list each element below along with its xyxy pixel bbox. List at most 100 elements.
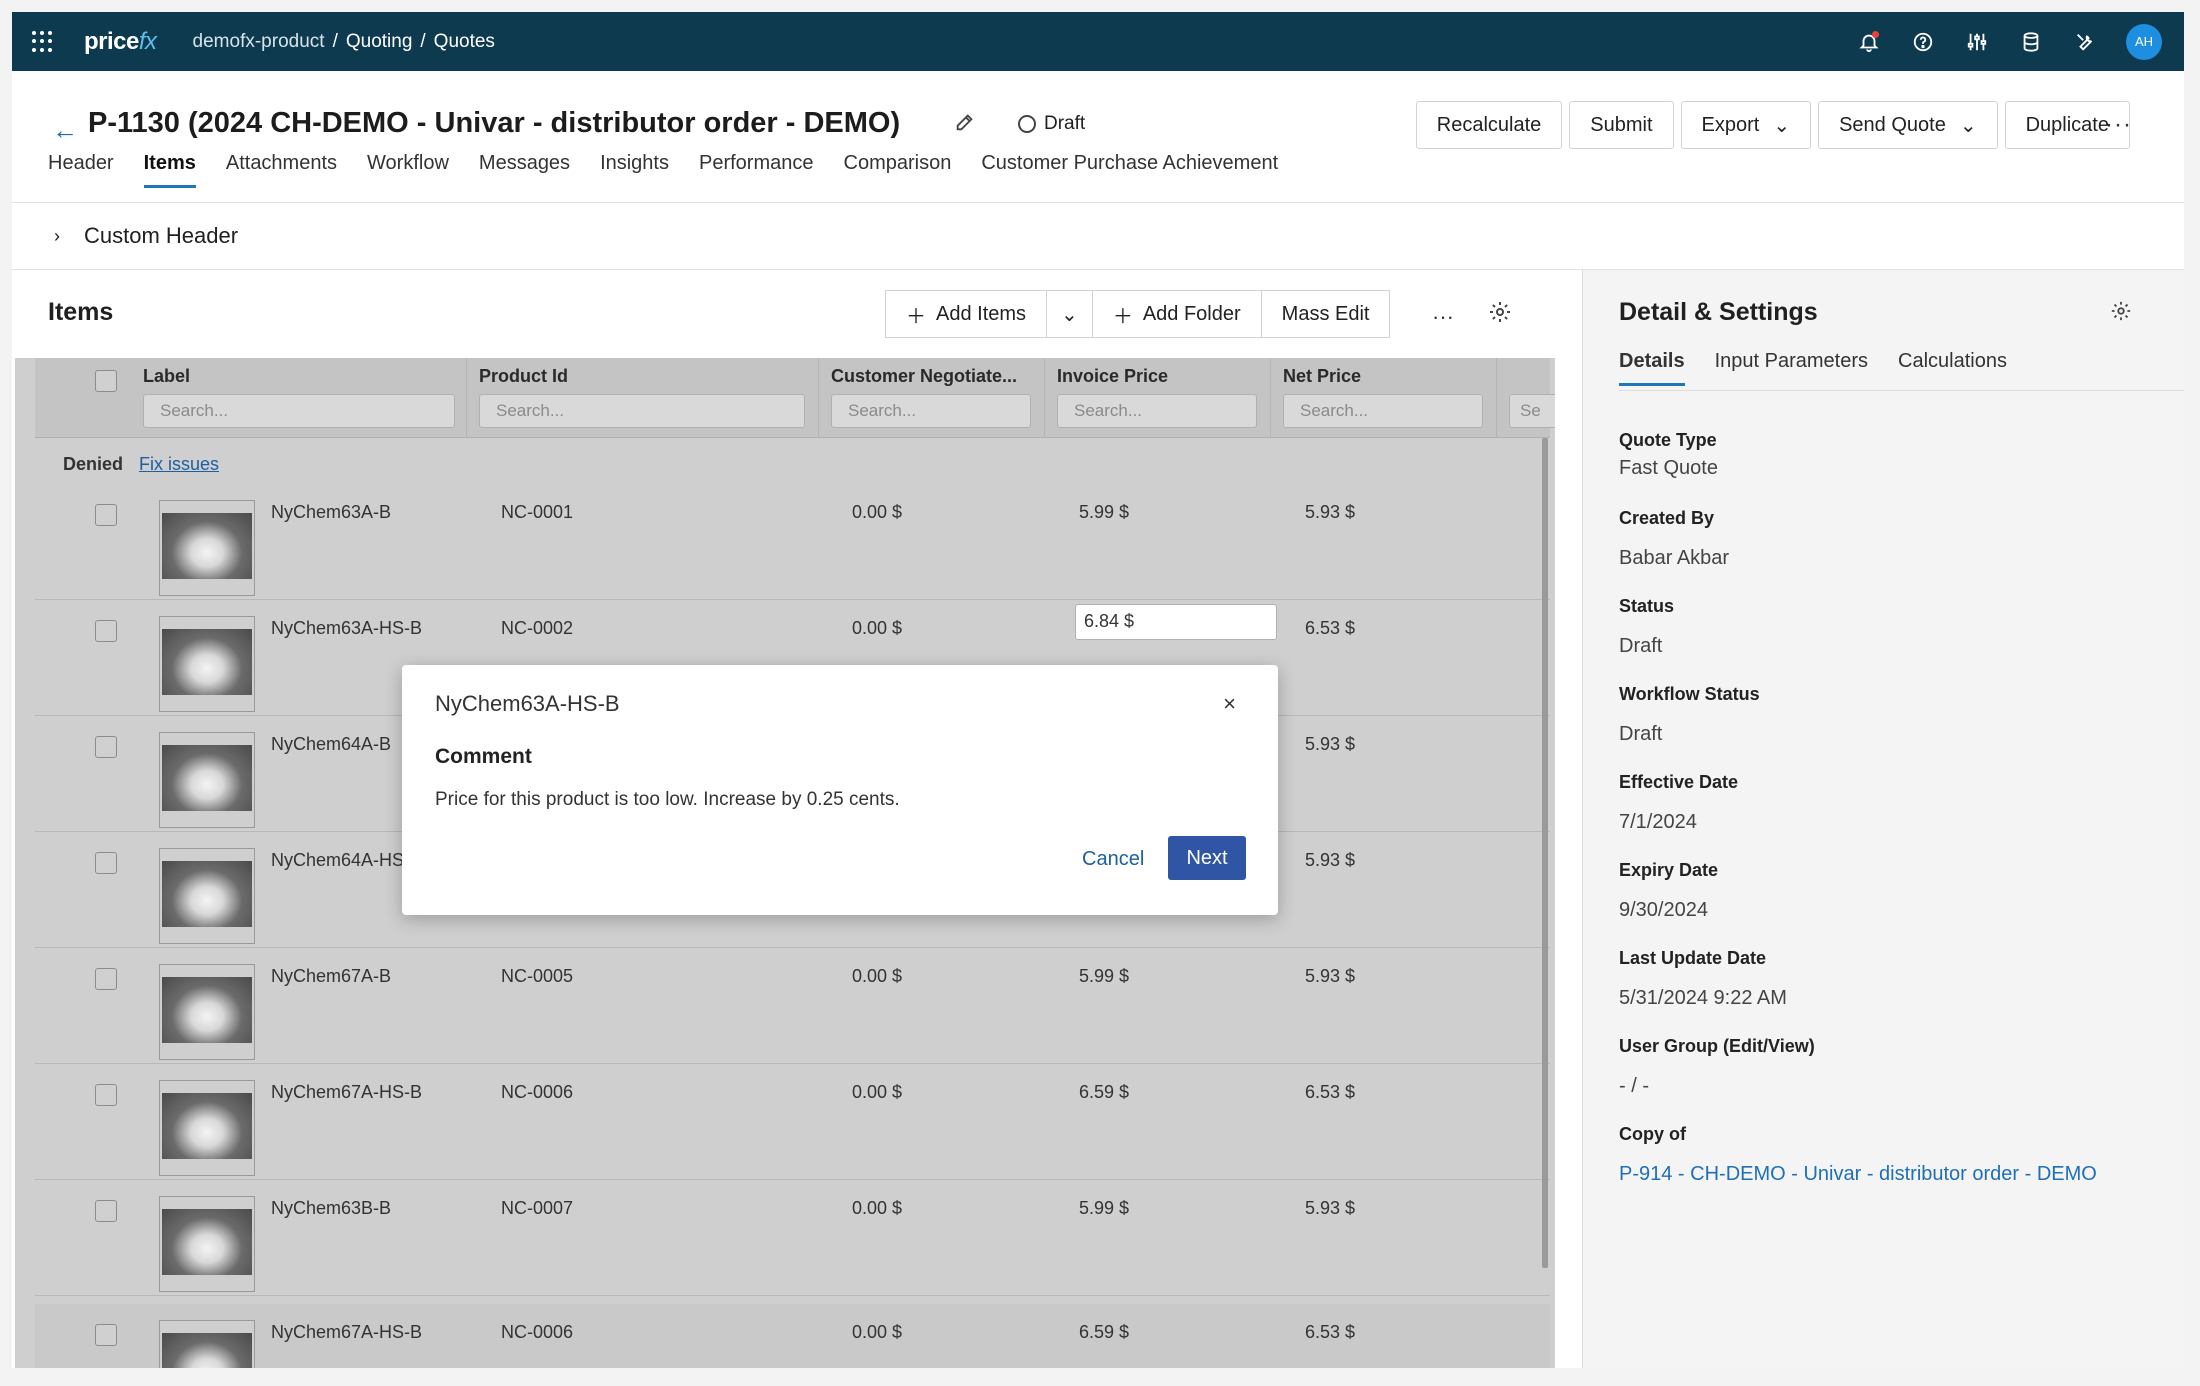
product-thumbnail — [159, 1196, 255, 1292]
tab-insights[interactable]: Insights — [600, 152, 669, 188]
column-customer-negotiated: Customer Negotiate... Search... — [819, 358, 1045, 438]
detail-settings-panel: Detail & Settings Details Input Paramete… — [1582, 270, 2184, 1368]
user-avatar[interactable]: AH — [2126, 23, 2162, 60]
tab-customer-purchase-achievement[interactable]: Customer Purchase Achievement — [981, 152, 1278, 188]
row-checkbox[interactable] — [95, 1200, 117, 1222]
items-settings-gear-icon[interactable] — [1488, 300, 1512, 329]
tab-header[interactable]: Header — [48, 152, 114, 188]
chevron-right-icon: › — [54, 225, 60, 246]
product-thumbnail — [159, 1320, 255, 1368]
dialog-subtitle: Comment — [435, 745, 532, 768]
table-row[interactable]: NyChem63B-B NC-0007 0.00 $ 5.99 $ 5.93 $ — [35, 1180, 1550, 1296]
items-toolbar: ＋ Add Items ⌄ ＋ Add Folder Mass Edit — [885, 290, 1391, 338]
customer-negotiated-search-input[interactable]: Search... — [831, 394, 1031, 428]
tab-attachments[interactable]: Attachments — [226, 152, 337, 188]
comment-dialog: NyChem63A-HS-B × Comment Price for this … — [402, 665, 1278, 915]
cancel-button[interactable]: Cancel — [1082, 837, 1144, 881]
grid-scrollbar[interactable] — [1542, 438, 1548, 1268]
field-last-update-date: Last Update Date 5/31/2024 9:22 AM — [1619, 948, 1787, 1009]
tab-calculations[interactable]: Calculations — [1898, 350, 2007, 386]
send-quote-button[interactable]: Send Quote ⌄ — [1818, 101, 1998, 149]
breadcrumb: demofx-product / Quoting / Quotes — [192, 30, 495, 53]
detail-tabs: Details Input Parameters Calculations — [1619, 350, 2007, 386]
top-nav-bar: pricefx demofx-product / Quoting / Quote… — [12, 12, 2184, 71]
custom-header-section[interactable]: › Custom Header — [12, 202, 2184, 270]
tab-messages[interactable]: Messages — [479, 152, 570, 188]
label-search-input[interactable]: Search... — [143, 394, 455, 428]
items-more-icon[interactable]: ··· — [1432, 304, 1454, 330]
mass-edit-button[interactable]: Mass Edit — [1261, 290, 1391, 338]
tab-details[interactable]: Details — [1619, 350, 1685, 386]
dialog-title: NyChem63A-HS-B — [435, 691, 620, 716]
pricefx-logo[interactable]: pricefx — [84, 28, 157, 56]
grid-header: Label Search... Product Id Search... Cus… — [35, 358, 1555, 438]
partial-search-input[interactable]: Se — [1509, 394, 1555, 428]
column-label: Label Search... — [131, 358, 467, 438]
sliders-icon[interactable] — [1964, 29, 1990, 55]
more-actions-icon[interactable]: ··· — [2105, 111, 2132, 139]
notification-bell-icon[interactable] — [1856, 29, 1882, 55]
back-arrow-icon[interactable]: ← — [52, 115, 78, 146]
row-checkbox[interactable] — [95, 1324, 117, 1346]
tools-icon[interactable] — [2072, 29, 2098, 55]
tab-comparison[interactable]: Comparison — [844, 152, 952, 188]
plus-icon: ＋ — [1112, 305, 1133, 328]
detail-settings-gear-icon[interactable] — [2110, 300, 2132, 327]
product-id-search-input[interactable]: Search... — [479, 394, 805, 428]
add-items-button[interactable]: ＋ Add Items — [885, 290, 1048, 338]
add-folder-button[interactable]: ＋ Add Folder — [1092, 290, 1262, 338]
tab-performance[interactable]: Performance — [699, 152, 814, 188]
app-launcher-icon[interactable] — [32, 30, 54, 53]
column-net-price: Net Price Search... — [1271, 358, 1497, 438]
column-product-id: Product Id Search... — [467, 358, 819, 438]
dialog-message: Price for this product is too low. Incre… — [435, 789, 900, 810]
tab-input-parameters[interactable]: Input Parameters — [1715, 350, 1868, 386]
product-thumbnail — [159, 732, 255, 828]
edit-pencil-icon[interactable] — [954, 111, 976, 138]
fix-issues-link[interactable]: Fix issues — [139, 454, 219, 475]
column-partial: Se — [1497, 358, 1555, 438]
net-price-search-input[interactable]: Search... — [1283, 394, 1483, 428]
field-workflow-status: Workflow Status Draft — [1619, 684, 1760, 745]
product-thumbnail — [159, 1080, 255, 1176]
breadcrumb-quoting[interactable]: Quoting — [346, 31, 413, 53]
quote-tabs: Header Items Attachments Workflow Messag… — [48, 152, 1278, 188]
submit-button[interactable]: Submit — [1569, 101, 1674, 149]
chevron-down-icon: ⌄ — [1061, 303, 1078, 326]
product-thumbnail — [159, 500, 255, 596]
table-row[interactable]: NyChem63A-B NC-0001 0.00 $ 5.99 $ 5.93 $ — [35, 484, 1550, 600]
quote-actions: Recalculate Submit Export ⌄ Send Quote ⌄ D… — [1415, 101, 2130, 149]
status-badge: Draft — [1018, 113, 1085, 135]
column-invoice-price: Invoice Price Search... — [1045, 358, 1271, 438]
table-row[interactable]: NyChem67A-B NC-0005 0.00 $ 5.99 $ 5.93 $ — [35, 948, 1550, 1064]
tab-workflow[interactable]: Workflow — [367, 152, 449, 188]
next-button[interactable]: Next — [1168, 836, 1246, 880]
row-checkbox[interactable] — [95, 736, 117, 758]
invoice-price-input[interactable]: 6.84 $ — [1075, 604, 1277, 640]
page-title: P-1130 (2024 CH-DEMO - Univar - distribu… — [88, 107, 901, 139]
export-button[interactable]: Export ⌄ — [1680, 101, 1812, 149]
select-all-checkbox[interactable] — [95, 370, 117, 392]
add-items-dropdown[interactable]: ⌄ — [1047, 290, 1093, 338]
table-row[interactable]: NyChem67A-HS-B NC-0006 0.00 $ 6.59 $ 6.5… — [35, 1064, 1550, 1180]
breadcrumb-quotes[interactable]: Quotes — [434, 31, 495, 53]
plus-icon: ＋ — [906, 305, 926, 328]
field-status: Status Draft — [1619, 596, 1675, 657]
row-checkbox[interactable] — [95, 620, 117, 642]
table-row[interactable]: NyChem67A-HS-B NC-0006 0.00 $ 6.59 $ 6.5… — [35, 1304, 1550, 1368]
close-icon[interactable]: × — [1223, 691, 1236, 717]
invoice-price-search-input[interactable]: Search... — [1057, 394, 1257, 428]
row-checkbox[interactable] — [95, 1084, 117, 1106]
breadcrumb-product[interactable]: demofx-product — [193, 31, 325, 53]
tab-items[interactable]: Items — [143, 152, 196, 188]
recalculate-button[interactable]: Recalculate — [1415, 101, 1563, 149]
row-checkbox[interactable] — [95, 852, 117, 874]
items-title: Items — [48, 298, 114, 326]
help-icon[interactable] — [1910, 29, 1936, 55]
row-checkbox[interactable] — [95, 968, 117, 990]
row-checkbox[interactable] — [95, 504, 117, 526]
product-thumbnail — [159, 848, 255, 944]
database-icon[interactable] — [2018, 29, 2044, 55]
copy-of-link[interactable]: P-914 - CH-DEMO - Univar - distributor o… — [1619, 1163, 2097, 1186]
chevron-down-icon: ⌄ — [1959, 114, 1977, 137]
